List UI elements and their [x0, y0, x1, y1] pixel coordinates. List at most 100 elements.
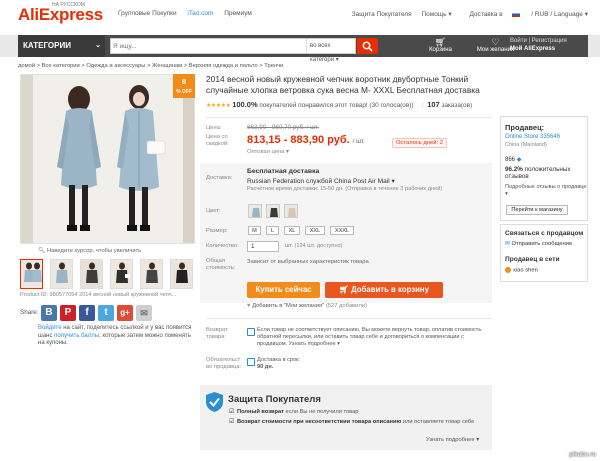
account-menu[interactable]: Войти | Регистрация Мой AliExpress — [510, 37, 567, 53]
points-link[interactable]: получить баллы — [54, 333, 99, 339]
delivery-label: Доставка в — [469, 11, 503, 18]
color-swatch[interactable] — [266, 204, 280, 218]
my-aliexpress-label: Мой AliExpress — [510, 46, 556, 52]
twitter-share-button[interactable]: t — [98, 305, 114, 321]
product-title: 2014 весной новый кружевной чепчик ворот… — [206, 74, 480, 95]
size-option[interactable]: XXL — [305, 226, 325, 235]
store-name-link[interactable]: Online Store 335646 — [505, 134, 560, 140]
rating-percent: 100.0% — [232, 100, 258, 109]
online-user-name: xiao shen — [513, 267, 538, 274]
top-right-links: Защита Покупателя Помощь ▾ Доставка в / … — [344, 10, 588, 18]
old-price: 863,90 - 960,70 руб. / шт. — [247, 124, 320, 131]
nav-bar: КАТЕГОРИИ ⌄ во всех категори ▾ 🛒︎ Корзин… — [0, 35, 600, 63]
nav-bar-inner: КАТЕГОРИИ ⌄ во всех категори ▾ 🛒︎ Корзин… — [18, 35, 588, 63]
main-product-image[interactable] — [20, 74, 195, 244]
return-label: Возврат товара: — [206, 327, 228, 341]
login-link[interactable]: Войдите — [38, 325, 62, 331]
discount-price: 813,15 - 883,90 руб. / шт. — [247, 134, 365, 146]
product-photo — [21, 75, 194, 243]
partial-refund-line: Возврат стоимости при несоответствии тов… — [237, 419, 487, 426]
group-buy-link[interactable]: Групповые Покупки — [118, 10, 177, 17]
thumbnail[interactable] — [80, 259, 103, 289]
itao-link[interactable]: iTao.com — [187, 10, 213, 17]
delivery-country-menu[interactable]: Доставка в / RUB / Language ▾ — [461, 11, 588, 18]
go-to-store-button[interactable]: Перейти к магазину — [506, 205, 568, 215]
thumbnail[interactable] — [50, 259, 73, 289]
size-option[interactable]: XL — [284, 226, 300, 235]
shipping-method[interactable]: Russian Federation службой China Post Ai… — [247, 177, 395, 185]
partial-refund-bold: Возврат стоимости при несоответствии тов… — [237, 419, 402, 425]
thumbnail[interactable] — [170, 259, 193, 289]
help-menu[interactable]: Помощь ▾ — [421, 11, 451, 18]
add-to-wishlist[interactable]: ♥ Добавить в "Мои желания" (527 добавили… — [247, 303, 367, 309]
seller-title: Продавец: — [505, 123, 545, 132]
pinterest-share-button[interactable]: P — [60, 305, 76, 321]
search-category-select[interactable]: во всех категори ▾ — [306, 39, 356, 63]
share-label: Share: — [20, 309, 39, 316]
color-swatch[interactable] — [248, 204, 262, 218]
heart-icon: ♥ — [247, 303, 251, 309]
add-to-cart-button[interactable]: 🛒︎ Добавить в корзину — [325, 282, 443, 298]
google-plus-share-button[interactable]: g+ — [117, 305, 133, 321]
logo-language-tag: НА РУССКОМ — [52, 2, 85, 8]
orders-label: заказа(ов) — [441, 102, 473, 109]
on-time-delivery-days: 90 дн. — [257, 364, 274, 370]
breadcrumb[interactable]: домой > Все категории > Одежда и аксессу… — [18, 63, 283, 69]
thumbnail-strip — [20, 259, 200, 289]
thumbnail[interactable] — [110, 259, 133, 289]
send-message-link[interactable]: ✉ Отправить сообщение — [505, 241, 572, 247]
diamond-icon: ◆ — [516, 157, 522, 163]
size-option[interactable]: M — [248, 226, 261, 235]
vk-share-button[interactable]: B — [41, 305, 57, 321]
top-links: Групповые Покупки iTao.com Премиум — [118, 10, 261, 17]
divider — [206, 117, 492, 118]
search-button[interactable] — [357, 38, 378, 54]
share-promo: Войдите на сайт, поделитесь ссылкой и у … — [38, 325, 198, 348]
return-policy-text: Если товар не соответствует описанию, Вы… — [257, 327, 482, 347]
signin-register-link[interactable]: Войти | Регистрация — [510, 37, 567, 45]
add-to-wishlist-label: Добавить в "Мои желания" — [252, 303, 325, 309]
commitment-label-line2: во продавца: — [206, 364, 242, 370]
categories-menu[interactable]: КАТЕГОРИИ ⌄ — [18, 35, 105, 57]
learn-more-link[interactable]: Узнать подробнее ▾ — [426, 437, 479, 443]
chevron-down-icon: ▾ — [391, 178, 395, 185]
buy-now-button[interactable]: Купить сейчас — [247, 282, 320, 298]
discount-price-value: 813,15 - 883,90 руб. — [247, 134, 350, 146]
buyer-protection-link[interactable]: Защита Покупателя — [352, 11, 412, 18]
days-left-badge: Осталось дней: 2 — [392, 138, 447, 148]
search-input[interactable] — [113, 41, 303, 52]
search-icon — [362, 41, 373, 52]
size-option[interactable]: XXXL — [330, 226, 354, 235]
online-user[interactable]: xiao shen — [505, 267, 538, 274]
quantity-input[interactable] — [247, 241, 279, 252]
color-swatch[interactable] — [284, 204, 298, 218]
size-option[interactable]: L — [266, 226, 279, 235]
facebook-share-button[interactable]: f — [79, 305, 95, 321]
russia-flag-icon — [512, 11, 521, 17]
premium-link[interactable]: Премиум — [224, 10, 252, 17]
discount-value: 8 — [181, 77, 187, 86]
wishlist-label: Мои желания — [476, 47, 515, 53]
quantity-available: шт. (124 шт. доступно) — [285, 243, 343, 249]
product-rating: ★★★★★ 100.0% покупателей понравился этот… — [206, 100, 414, 109]
email-share-button[interactable]: ✉ — [136, 305, 152, 321]
discount-badge: 8 % OFF — [173, 74, 195, 98]
zoom-hint: 🔍︎ Наведите курсор, чтобы увеличить — [38, 248, 142, 254]
rating-text[interactable]: покупателей понравился этот товар! (30 г… — [259, 102, 413, 109]
shipping-time: Расчётное время доставки: 15-50 дн. (Отп… — [247, 186, 443, 192]
thumbnail[interactable] — [140, 259, 163, 289]
zoom-hint-text: Наведите курсор, чтобы увеличить — [46, 248, 142, 254]
currency-language-label: / RUB / Language ▾ — [531, 11, 588, 18]
commitment-label: Обязательст во продавца: — [206, 357, 241, 371]
wholesale-price-toggle[interactable]: Оптовая цена ▾ — [247, 149, 289, 155]
aliexpress-logo[interactable]: AliExpress — [18, 5, 103, 25]
shipping-method-text: Russian Federation службой China Post Ai… — [247, 178, 390, 185]
check-icon: ☑ — [229, 409, 235, 415]
positive-feedback-value: 96.2% — [505, 166, 523, 173]
cart-link[interactable]: 🛒︎ Корзина — [418, 37, 463, 53]
thumbnail[interactable] — [20, 259, 43, 289]
seller-score: 866 ◆ — [505, 156, 521, 163]
add-to-cart-label: Добавить в корзину — [351, 285, 429, 294]
detailed-feedback-link[interactable]: Подробные отзывы о продавце ▾ — [505, 184, 587, 198]
top-bar: AliExpress НА РУССКОМ Групповые Покупки … — [0, 0, 600, 30]
